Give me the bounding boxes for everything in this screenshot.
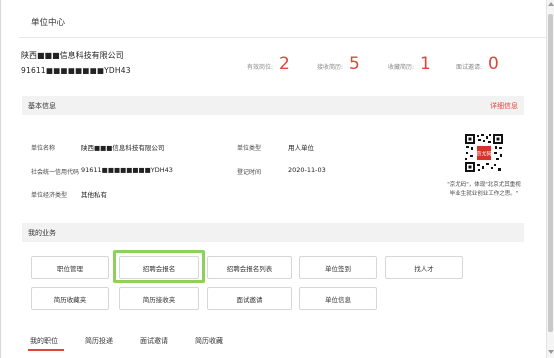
stat-saved-resumes[interactable]: 收藏简历: 1 xyxy=(388,56,431,73)
field-value-unit-type: 用人单位 xyxy=(288,144,314,152)
qr-code: 京尤码 xyxy=(464,133,504,173)
interview-invite-button[interactable]: 面试邀请 xyxy=(207,287,292,310)
basic-info-title: 基本信息 xyxy=(28,102,56,110)
qr-badge-text: 京尤码 xyxy=(476,151,491,158)
stat-label: 收藏简历: xyxy=(388,64,415,71)
resume-favorites-button[interactable]: 简历收藏夹 xyxy=(31,287,109,310)
qr-code-icon: 京尤码 xyxy=(464,133,504,173)
qr-caption-line: "京尤码"，体现"北京尤其重视 xyxy=(447,182,521,188)
stat-value: 5 xyxy=(349,54,360,74)
qr-caption: "京尤码"，体现"北京尤其重视 毕业生就业创业工作之思。" xyxy=(442,181,526,199)
stat-value: 1 xyxy=(420,54,431,74)
field-label-register-date: 登记时间 xyxy=(237,169,262,176)
basic-info-header: 基本信息 详细信息 xyxy=(22,96,524,115)
field-label-economic-type: 单位经济类型 xyxy=(31,192,68,199)
page-title: 单位中心 xyxy=(31,18,66,28)
stat-interview-invites[interactable]: 面试邀请: 0 xyxy=(456,56,499,73)
tab-resume-submissions[interactable]: 简历投递 xyxy=(85,336,113,346)
unit-checkin-button[interactable]: 单位签到 xyxy=(299,256,377,279)
page-frame: 单位中心 陕西■■■信息科技有限公司 91611■■■■■■■■YDH43 有效… xyxy=(0,0,547,358)
company-name: 陕西■■■信息科技有限公司 xyxy=(21,51,124,60)
stat-valid-positions[interactable]: 有效岗位: 2 xyxy=(247,56,290,73)
job-fair-signup-list-button[interactable]: 招聘会报名列表 xyxy=(207,256,292,279)
field-value-unit-name: 陕西■■■信息科技有限公司 xyxy=(81,144,165,152)
find-talent-button[interactable]: 找人才 xyxy=(385,256,463,279)
field-value-register-date: 2020-11-03 xyxy=(288,166,326,174)
field-label-unit-type: 单位类型 xyxy=(237,145,262,152)
scroll-thumb[interactable] xyxy=(548,14,553,332)
scroll-down-arrow-icon[interactable] xyxy=(548,350,554,354)
stat-label: 有效岗位: xyxy=(247,64,274,71)
job-fair-signup-button[interactable]: 招聘会报名 xyxy=(119,256,199,279)
tab-my-jobs[interactable]: 我的职位 xyxy=(30,336,58,346)
field-value-credit-code: 91611■■■■■■■■YDH43 xyxy=(81,166,173,174)
field-value-economic-type: 其他私有 xyxy=(81,191,107,199)
bottom-tabs: 我的职位 简历投递 面试邀请 简历收藏 xyxy=(22,330,524,354)
scroll-up-arrow-icon[interactable] xyxy=(548,2,554,6)
qr-caption-line: 毕业生就业创业工作之思。" xyxy=(449,191,519,197)
page-header: 单位中心 xyxy=(19,0,547,38)
stat-value: 2 xyxy=(279,54,290,74)
stat-label: 面试邀请: xyxy=(456,64,483,71)
stat-value: 0 xyxy=(488,54,499,74)
business-title: 我的业务 xyxy=(28,229,56,237)
detail-info-link[interactable]: 详细信息 xyxy=(490,101,518,111)
tab-resume-favorites[interactable]: 简历收藏 xyxy=(195,336,223,346)
field-label-unit-name: 单位名称 xyxy=(31,145,56,152)
tab-interview-invites[interactable]: 面试邀请 xyxy=(140,336,168,346)
company-code: 91611■■■■■■■■YDH43 xyxy=(21,66,131,75)
stat-received-resumes[interactable]: 接收简历: 5 xyxy=(317,56,360,73)
field-label-credit-code: 社会统一信用代码 xyxy=(31,169,80,176)
vertical-scrollbar[interactable] xyxy=(546,0,554,358)
unit-info-button[interactable]: 单位信息 xyxy=(299,287,377,310)
job-management-button[interactable]: 职位管理 xyxy=(31,256,109,279)
business-header: 我的业务 xyxy=(22,223,524,242)
active-tab-indicator xyxy=(28,349,64,351)
stat-label: 接收简历: xyxy=(317,64,344,71)
resume-inbox-button[interactable]: 简历接收夹 xyxy=(119,287,199,310)
